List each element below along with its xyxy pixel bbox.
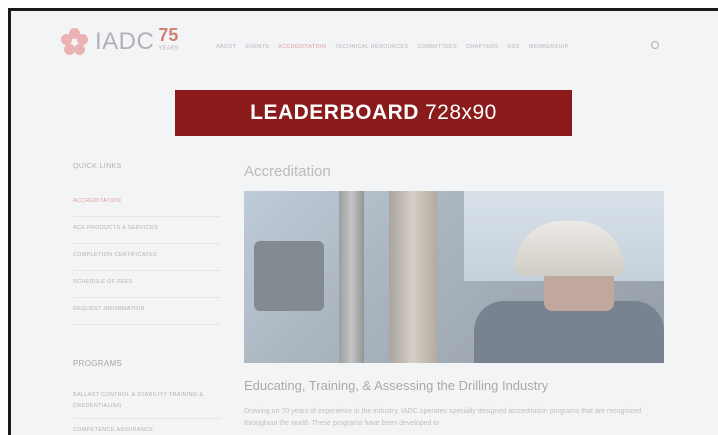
program-ballast-control[interactable]: BALLAST CONTROL & STABILITY TRAINING & C…: [73, 384, 221, 419]
anniversary-badge: 75 YEARS: [158, 26, 179, 56]
hero-image: [244, 191, 664, 363]
sidebar-item-ace-products[interactable]: ACE PRODUCTS & SERVICES: [73, 217, 221, 244]
site-header: IADC 75 YEARS ABOUT EVENTS ACCREDITATION…: [11, 11, 718, 77]
nav-committees[interactable]: COMMITTEES: [417, 44, 457, 50]
leaderboard-ad-placeholder[interactable]: LEADERBOARD 728x90: [175, 90, 572, 136]
search-icon[interactable]: [651, 41, 659, 49]
body-text: Drawing on 70 years of experience in the…: [244, 408, 642, 427]
sidebar-item-completion-certificates[interactable]: COMPLETION CERTIFICATES: [73, 244, 221, 271]
nav-chapters[interactable]: CHAPTERS: [466, 44, 498, 50]
sidebar-item-accreditation[interactable]: ACCREDITATION: [73, 190, 221, 217]
website-preview: IADC 75 YEARS ABOUT EVENTS ACCREDITATION…: [11, 11, 718, 435]
logo-flower-icon: [61, 28, 89, 56]
nav-membership[interactable]: MEMBERSHIP: [529, 44, 569, 50]
quicklinks-title: QUICK LINKS: [73, 163, 122, 170]
logo-text: IADC: [95, 28, 155, 55]
nav-technical-resources[interactable]: TECHNICAL RESOURCES: [335, 44, 408, 50]
leaderboard-size: 728x90: [424, 101, 497, 124]
nav-accreditation[interactable]: ACCREDITATION: [278, 44, 326, 50]
nav-rss[interactable]: RSS: [507, 44, 519, 50]
screen-frame: IADC 75 YEARS ABOUT EVENTS ACCREDITATION…: [8, 8, 718, 435]
main-nav: ABOUT EVENTS ACCREDITATION TECHNICAL RES…: [216, 44, 569, 50]
page-title: Accreditation: [244, 163, 331, 180]
section-heading: Educating, Training, & Assessing the Dri…: [244, 378, 549, 393]
nav-about[interactable]: ABOUT: [216, 44, 236, 50]
nav-events[interactable]: EVENTS: [245, 44, 269, 50]
sidebar-item-request-information[interactable]: REQUEST INFORMATION: [73, 298, 221, 325]
program-competence-assurance[interactable]: COMPETENCE ASSURANCE: [73, 419, 221, 435]
sidebar-item-schedule-of-fees[interactable]: SCHEDULE OF FEES: [73, 271, 221, 298]
anniversary-sub: YEARS: [158, 46, 179, 52]
leaderboard-label: LEADERBOARD: [250, 101, 419, 124]
programs-title: PROGRAMS: [73, 359, 123, 368]
sidebar: QUICK LINKS ACCREDITATION ACE PRODUCTS &…: [73, 163, 221, 435]
iadc-logo[interactable]: IADC 75 YEARS: [61, 26, 179, 56]
